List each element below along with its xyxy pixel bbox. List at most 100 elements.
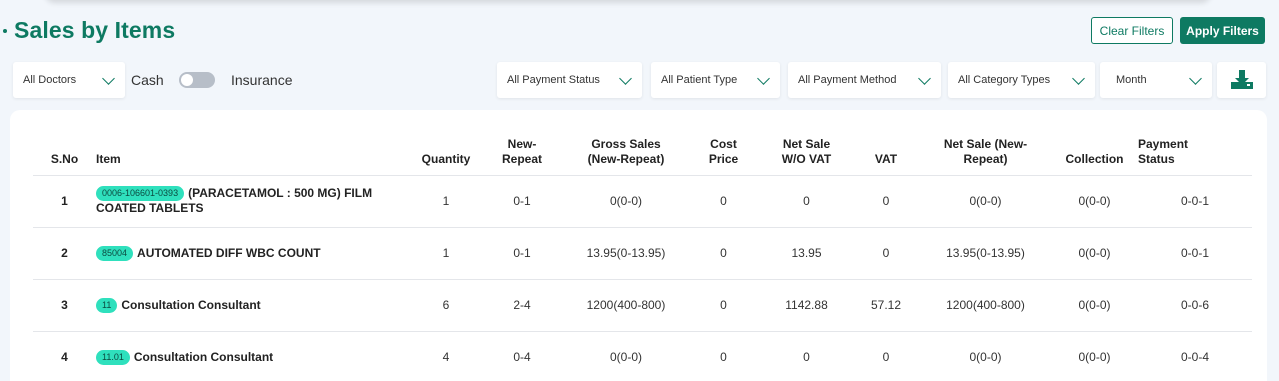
header-pay-status-line1: Payment: [1138, 136, 1189, 151]
cell-new-repeat: 2-4: [478, 278, 566, 331]
header-sno: S.No: [50, 151, 79, 166]
cell-item: 11.01 Consultation Consultant: [96, 330, 414, 381]
cell-collection: 0(0-0): [1051, 330, 1138, 381]
cell-new-repeat: 0-4: [478, 330, 566, 381]
header-new-repeat: New- Repeat: [478, 133, 566, 175]
cell-cost-price: 0: [686, 226, 761, 279]
item-code-badge: 11.01: [96, 349, 130, 365]
cell-collection: 0(0-0): [1051, 278, 1138, 331]
header-collection: Collection: [1065, 151, 1124, 166]
header-cost-price: Cost Price: [686, 133, 761, 175]
chevron-down-icon: [102, 72, 115, 85]
page-header: Sales by Items: [0, 17, 175, 44]
cash-label: Cash: [131, 72, 164, 88]
table-header-row: S.No Item Quantity New- Repeat Gross Sale…: [33, 133, 1252, 175]
header-quantity: Quantity: [421, 151, 471, 166]
apply-filters-button[interactable]: Apply Filters: [1180, 17, 1265, 44]
cell-net-sale-wo-vat: 0: [761, 174, 852, 227]
header-net-wo-vat-line1: Net Sale: [782, 136, 831, 151]
download-button[interactable]: [1217, 62, 1266, 98]
item-name: (PARACETAMOL : 500 MG) FILM: [188, 186, 373, 200]
period-select[interactable]: Month: [1100, 62, 1212, 98]
cell-cost-price: 0: [686, 174, 761, 227]
cell-payment-status: 0-0-4: [1138, 330, 1252, 381]
item-code-badge: 85004: [96, 245, 134, 261]
header-gross-line1: Gross Sales: [591, 136, 661, 151]
doctors-select[interactable]: All Doctors: [13, 62, 125, 98]
toggle-knob: [181, 74, 193, 86]
table-row[interactable]: 2 85004 AUTOMATED DIFF WBC COUNT 1 0-1 13…: [33, 226, 1252, 279]
header-gross-line2: (New-Repeat): [587, 151, 665, 166]
cell-item: 11 Consultation Consultant: [96, 278, 414, 331]
cell-quantity: 1: [414, 226, 478, 279]
chevron-down-icon: [757, 72, 770, 85]
cell-new-repeat: 0-1: [478, 226, 566, 279]
cell-net-sale-new-repeat: 0(0-0): [920, 174, 1051, 227]
header-vat: VAT: [874, 151, 898, 166]
item-name: Consultation Consultant: [121, 297, 261, 312]
header-item: Item: [96, 151, 121, 166]
sales-table: S.No Item Quantity New- Repeat Gross Sale…: [33, 133, 1252, 381]
header-cost-line2: Price: [708, 151, 739, 166]
cell-net-sale-wo-vat: 1142.88: [761, 278, 852, 331]
cell-gross-sales: 0(0-0): [566, 174, 686, 227]
cell-cost-price: 0: [686, 330, 761, 381]
payment-method-select[interactable]: All Payment Method: [788, 62, 941, 98]
item-name: Consultation Consultant: [133, 349, 274, 364]
header-gross-sales: Gross Sales (New-Repeat): [566, 133, 686, 175]
header-cost-line1: Cost: [710, 136, 737, 151]
cell-net-sale-new-repeat: 13.95(0-13.95): [920, 226, 1051, 279]
patient-type-select[interactable]: All Patient Type: [651, 62, 780, 98]
cell-payment-status: 0-0-6: [1138, 278, 1252, 331]
cell-net-sale-new-repeat: 1200(400-800): [920, 278, 1051, 331]
cell-vat: 0: [852, 330, 920, 381]
cell-sno: 1: [33, 174, 96, 227]
table-row[interactable]: 4 11.01 Consultation Consultant 4 0-4 0(0…: [33, 330, 1252, 381]
cell-gross-sales: 1200(400-800): [566, 278, 686, 331]
download-icon: [1231, 70, 1253, 89]
cell-quantity: 6: [414, 278, 478, 331]
chevron-down-icon: [1072, 72, 1085, 85]
category-types-select-value: All Category Types: [958, 74, 1051, 86]
header-net-sale-wo-vat: Net Sale W/O VAT: [761, 133, 852, 175]
chevron-down-icon: [1189, 72, 1202, 85]
cell-gross-sales: 0(0-0): [566, 330, 686, 381]
item-name-line2: COATED TABLETS: [96, 201, 204, 215]
chevron-down-icon: [918, 72, 931, 85]
payment-status-select-value: All Payment Status: [507, 74, 600, 86]
cell-net-sale-wo-vat: 0: [761, 330, 852, 381]
page-title: Sales by Items: [14, 17, 176, 43]
cell-vat: 0: [852, 226, 920, 279]
header-net-nr-line1: Net Sale (New-: [943, 136, 1028, 151]
cell-sno: 2: [33, 226, 96, 279]
category-types-select[interactable]: All Category Types: [948, 62, 1095, 98]
header-pay-status-line2: Status: [1138, 151, 1175, 166]
cash-insurance-toggle[interactable]: [179, 72, 215, 88]
header-net-sale-new-repeat: Net Sale (New- Repeat): [920, 133, 1051, 175]
header-new-repeat-line2: Repeat: [501, 151, 542, 166]
title-marker: [3, 28, 7, 33]
cell-item: 85004 AUTOMATED DIFF WBC COUNT: [96, 226, 414, 279]
cell-payment-status: 0-0-1: [1138, 226, 1252, 279]
chevron-down-icon: [619, 72, 632, 85]
insurance-label: Insurance: [231, 72, 293, 88]
cell-item: 0006-106601-0393 (PARACETAMOL : 500 MG) F…: [96, 174, 414, 227]
item-name: AUTOMATED DIFF WBC COUNT: [137, 245, 321, 260]
cell-new-repeat: 0-1: [478, 174, 566, 227]
cell-vat: 57.12: [852, 278, 920, 331]
item-code-badge: 11: [96, 297, 118, 313]
table-row[interactable]: 3 11 Consultation Consultant 6 2-4 1200(4…: [33, 278, 1252, 331]
doctors-select-value: All Doctors: [23, 74, 77, 86]
clear-filters-button[interactable]: Clear Filters: [1091, 17, 1173, 44]
table-row[interactable]: 1 0006-106601-0393 (PARACETAMOL : 500 MG)…: [33, 174, 1252, 227]
cell-quantity: 1: [414, 174, 478, 227]
cell-net-sale-wo-vat: 13.95: [761, 226, 852, 279]
header-net-nr-line2: Repeat): [963, 151, 1008, 166]
cell-collection: 0(0-0): [1051, 226, 1138, 279]
header-net-wo-vat-line2: W/O VAT: [781, 151, 832, 166]
header-new-repeat-line1: New-: [507, 136, 537, 151]
cell-collection: 0(0-0): [1051, 174, 1138, 227]
payment-method-select-value: All Payment Method: [798, 74, 897, 86]
cell-payment-status: 0-0-1: [1138, 174, 1252, 227]
payment-status-select[interactable]: All Payment Status: [497, 62, 642, 98]
